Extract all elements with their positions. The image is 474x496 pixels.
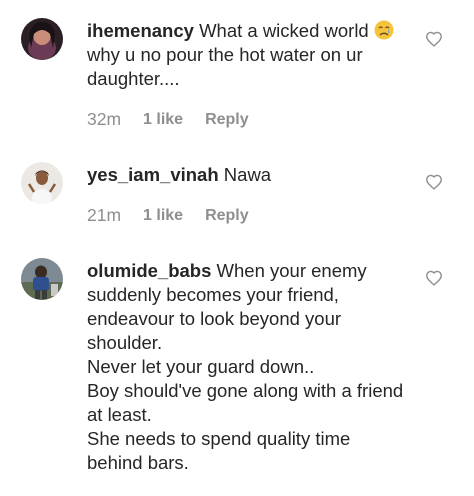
- comment-text: ihemenancy What a wicked world why u no …: [87, 19, 409, 91]
- heart-outline-icon[interactable]: [425, 270, 443, 286]
- reply-button[interactable]: Reply: [205, 111, 249, 129]
- comment-time: 32m: [87, 109, 122, 129]
- comment-body: When your enemy suddenly becomes your fr…: [87, 260, 404, 473]
- comment-username[interactable]: olumide_babs: [87, 260, 211, 281]
- crying-face-emoji: [374, 20, 394, 40]
- avatar-yes-iam-vinah[interactable]: [21, 162, 63, 204]
- avatar-olumide-babs[interactable]: [21, 258, 63, 300]
- comment-username[interactable]: yes_iam_vinah: [87, 164, 219, 185]
- comment-time: 21m: [87, 205, 122, 225]
- comment-body-line1: What a wicked world: [193, 20, 374, 41]
- comment-likes[interactable]: 1 like: [143, 207, 183, 225]
- heart-outline-icon[interactable]: [425, 174, 443, 190]
- comment-text: olumide_babs When your enemy suddenly be…: [87, 259, 409, 475]
- comment-likes[interactable]: 1 like: [143, 111, 183, 129]
- comment-meta: 32m 1 like Reply: [87, 109, 249, 130]
- comment-body: Nawa: [218, 164, 272, 185]
- comment-text: yes_iam_vinah Nawa: [87, 163, 409, 187]
- comment-body-rest: why u no pour the hot water on ur daught…: [87, 44, 368, 89]
- comment-username[interactable]: ihemenancy: [87, 20, 194, 41]
- reply-button[interactable]: Reply: [205, 207, 249, 225]
- avatar-ihemenancy[interactable]: [21, 18, 63, 60]
- comment-meta: 21m 1 like Reply: [87, 205, 249, 226]
- heart-outline-icon[interactable]: [425, 31, 443, 47]
